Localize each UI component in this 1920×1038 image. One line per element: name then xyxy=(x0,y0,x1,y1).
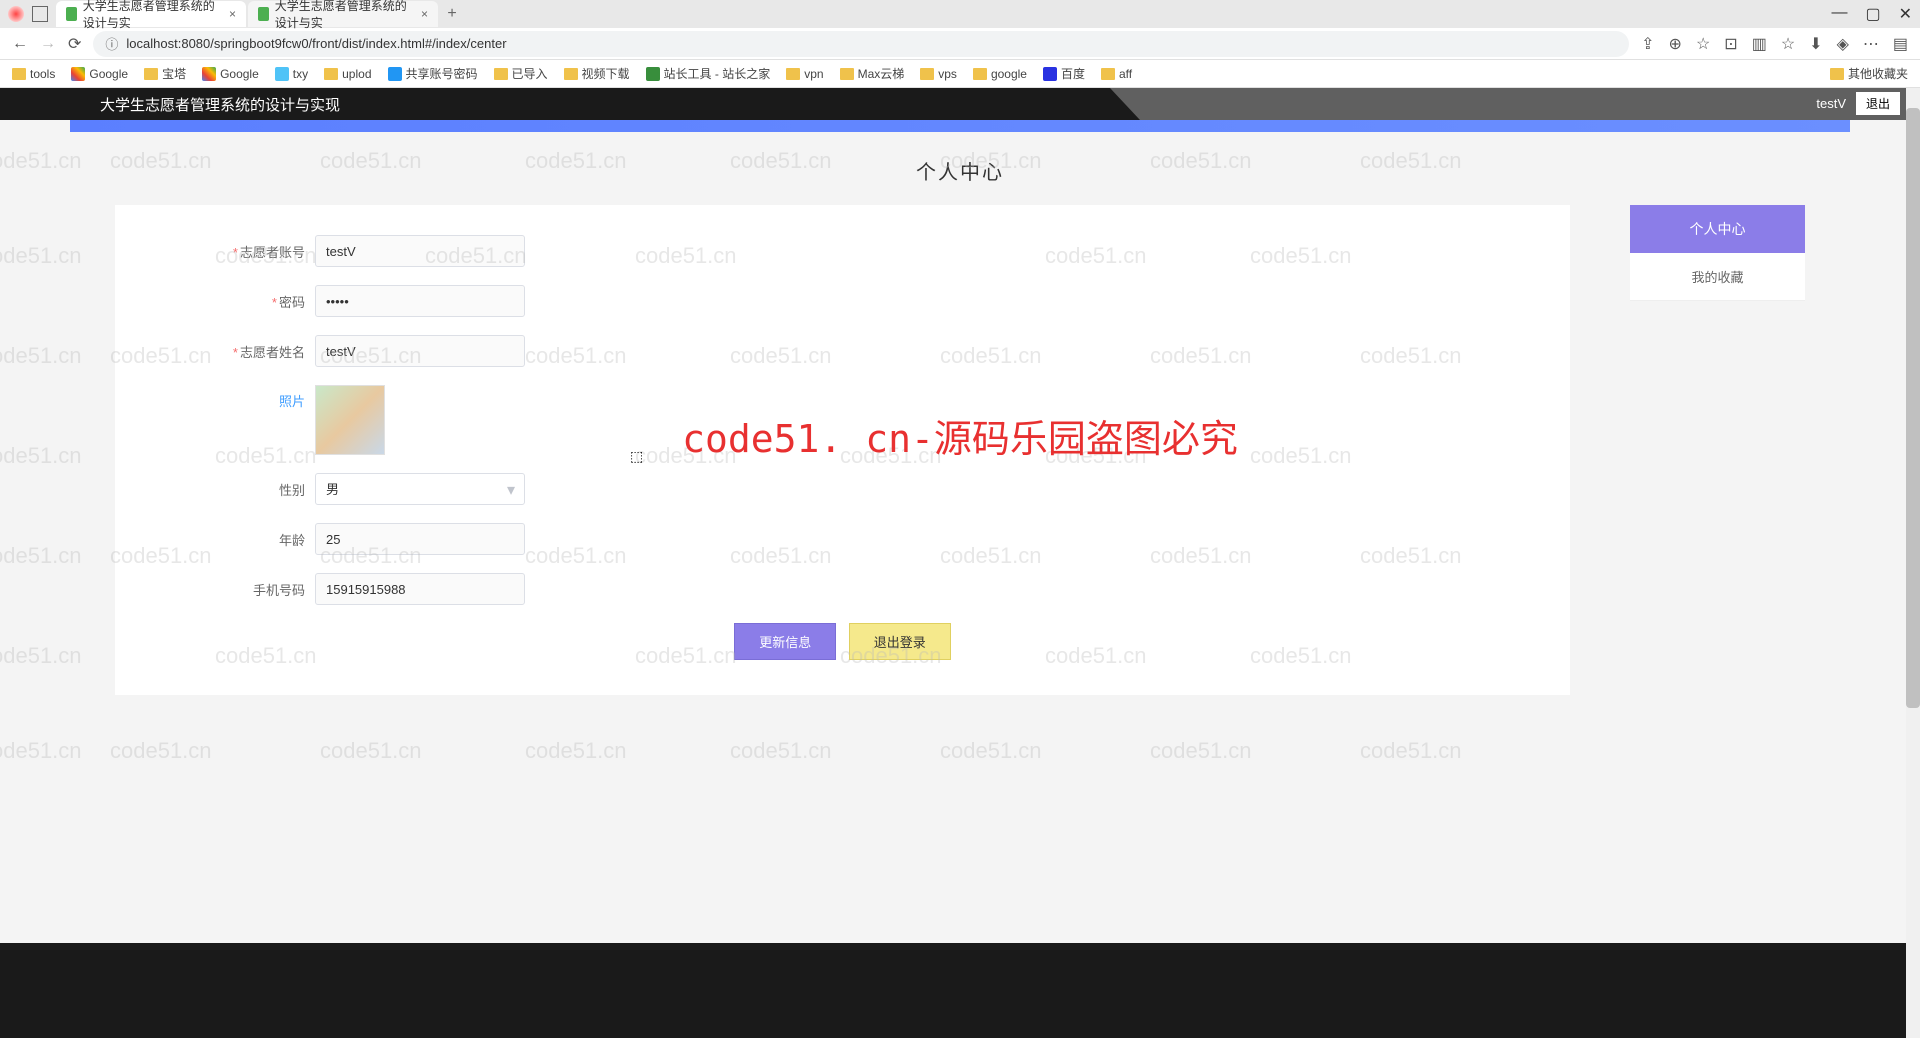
account-input[interactable] xyxy=(315,235,525,267)
scrollbar-thumb[interactable] xyxy=(1906,108,1920,708)
bookmarks-bar: tools Google 宝塔 Google txy uplod 共享账号密码 … xyxy=(0,60,1920,88)
bookmark-vpn[interactable]: vpn xyxy=(786,67,823,81)
bookmark-google2[interactable]: Google xyxy=(202,67,259,81)
vertical-scrollbar[interactable] xyxy=(1906,88,1920,1038)
close-icon[interactable]: × xyxy=(229,7,236,21)
account-label: *志愿者账号 xyxy=(115,242,315,261)
browser-tab-strip: 大学生志愿者管理系统的设计与实 × 大学生志愿者管理系统的设计与实 × + — … xyxy=(0,0,1920,28)
menu-icon[interactable]: ⋯ xyxy=(1863,34,1879,54)
browser-tab-2[interactable]: 大学生志愿者管理系统的设计与实 × xyxy=(248,1,438,27)
bookmark-google-f[interactable]: google xyxy=(973,67,1027,81)
favorites-icon[interactable]: ☆ xyxy=(1781,34,1795,54)
cursor-icon: ⬚ xyxy=(630,448,643,465)
zoom-icon[interactable]: ⊕ xyxy=(1669,34,1682,54)
phone-input[interactable] xyxy=(315,573,525,605)
side-personal-center[interactable]: 个人中心 xyxy=(1630,205,1805,253)
tab-title: 大学生志愿者管理系统的设计与实 xyxy=(275,0,413,31)
tab-favicon xyxy=(258,7,269,21)
app-title: 大学生志愿者管理系统的设计与实现 xyxy=(100,94,340,115)
logout-button[interactable]: 退出 xyxy=(1856,92,1900,115)
app-viewport: code51.cn code51.cn code51.cn code51.cn … xyxy=(0,88,1920,1038)
age-input[interactable] xyxy=(315,523,525,555)
browser-tab-1[interactable]: 大学生志愿者管理系统的设计与实 × xyxy=(56,1,246,27)
sidebar-icon[interactable]: ▤ xyxy=(1893,34,1908,54)
app-footer xyxy=(0,943,1920,1038)
watermark-main: code51. cn-源码乐园盗图必究 xyxy=(682,408,1238,463)
password-input[interactable] xyxy=(315,285,525,317)
gender-label: 性别 xyxy=(115,480,315,499)
name-input[interactable] xyxy=(315,335,525,367)
current-user: testV xyxy=(1816,96,1846,111)
photo-label: 照片 xyxy=(115,385,315,410)
forward-button[interactable]: → xyxy=(40,35,56,53)
page-heading: 个人中心 xyxy=(0,132,1920,205)
other-bookmarks[interactable]: 其他收藏夹 xyxy=(1830,65,1908,82)
bookmark-uplod[interactable]: uplod xyxy=(324,67,371,81)
reload-button[interactable]: ⟳ xyxy=(68,34,81,54)
minimize-icon[interactable]: — xyxy=(1831,4,1847,24)
site-info-icon[interactable]: ⓘ xyxy=(105,34,118,53)
side-my-favorites[interactable]: 我的收藏 xyxy=(1630,253,1805,301)
photo-upload[interactable] xyxy=(315,385,385,455)
password-label: *密码 xyxy=(115,292,315,311)
collections-icon[interactable]: ▥ xyxy=(1752,34,1767,54)
bookmark-video-dl[interactable]: 视频下载 xyxy=(564,65,630,82)
downloads-icon[interactable]: ⬇ xyxy=(1809,34,1822,54)
bookmark-share-pwd[interactable]: 共享账号密码 xyxy=(388,65,478,82)
bookmark-baota[interactable]: 宝塔 xyxy=(144,65,186,82)
bookmark-maxyt[interactable]: Max云梯 xyxy=(840,65,905,82)
back-button[interactable]: ← xyxy=(12,35,28,53)
url-text: localhost:8080/springboot9fcw0/front/dis… xyxy=(126,36,506,51)
gender-select[interactable]: 男 xyxy=(315,473,525,505)
extensions-icon[interactable]: ⊡ xyxy=(1724,34,1737,54)
app-header: 大学生志愿者管理系统的设计与实现 testV 退出 xyxy=(0,88,1920,120)
tab-favicon xyxy=(66,7,77,21)
close-icon[interactable]: × xyxy=(421,7,428,21)
bookmark-vps[interactable]: vps xyxy=(920,67,957,81)
new-tab-button[interactable]: + xyxy=(440,5,464,23)
browser-nav-bar: ← → ⟳ ⓘ localhost:8080/springboot9fcw0/f… xyxy=(0,28,1920,60)
bookmark-aff[interactable]: aff xyxy=(1101,67,1132,81)
phone-label: 手机号码 xyxy=(115,580,315,599)
star-icon[interactable]: ☆ xyxy=(1696,34,1710,54)
bookmark-txy[interactable]: txy xyxy=(275,67,308,81)
address-bar[interactable]: ⓘ localhost:8080/springboot9fcw0/front/d… xyxy=(93,31,1629,57)
bookmark-google[interactable]: Google xyxy=(71,67,128,81)
close-window-icon[interactable]: ✕ xyxy=(1899,4,1912,24)
maximize-icon[interactable]: ▢ xyxy=(1865,4,1880,24)
side-panel: 个人中心 我的收藏 xyxy=(1630,205,1805,695)
ext-icon[interactable]: ◈ xyxy=(1837,34,1849,54)
update-button[interactable]: 更新信息 xyxy=(734,623,836,660)
tab-title: 大学生志愿者管理系统的设计与实 xyxy=(83,0,221,31)
share-icon[interactable]: ⇪ xyxy=(1641,34,1654,54)
bookmark-tools[interactable]: tools xyxy=(12,67,55,81)
profile-icon[interactable] xyxy=(8,6,24,22)
bookmark-imported[interactable]: 已导入 xyxy=(494,65,548,82)
logout-login-button[interactable]: 退出登录 xyxy=(849,623,951,660)
bookmark-zzgj[interactable]: 站长工具 - 站长之家 xyxy=(646,65,771,82)
tab-search-icon[interactable] xyxy=(32,6,48,22)
accent-bar xyxy=(70,120,1850,132)
age-label: 年龄 xyxy=(115,530,315,549)
name-label: *志愿者姓名 xyxy=(115,342,315,361)
bookmark-baidu[interactable]: 百度 xyxy=(1043,65,1085,82)
